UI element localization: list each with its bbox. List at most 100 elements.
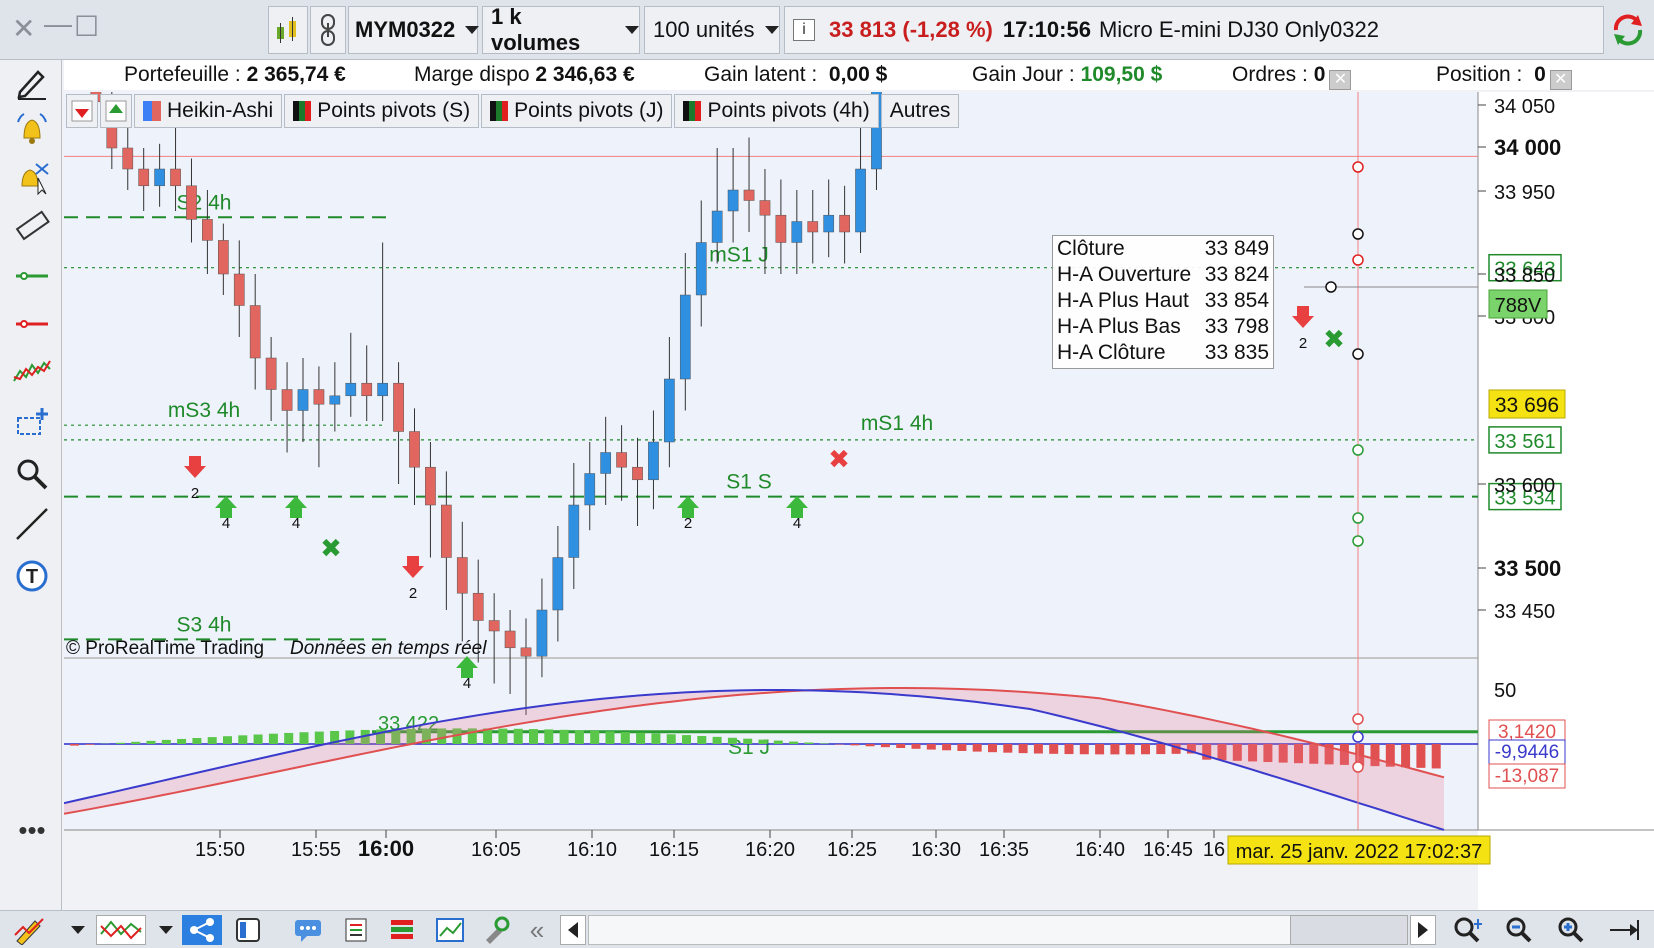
- tab-autres[interactable]: Autres: [880, 94, 960, 128]
- trendline-icon[interactable]: [10, 504, 54, 544]
- chevron-down-icon[interactable]: [156, 915, 176, 945]
- histogram-bar-up: [314, 731, 324, 744]
- price-chart[interactable]: R1 4h33 978mS1 4hPiv J33 898mR1 4h33 868…: [63, 0, 1654, 910]
- sort-up-icon[interactable]: [100, 94, 132, 128]
- histogram-bar-down: [1156, 744, 1166, 755]
- candle-body: [138, 168, 150, 187]
- histogram-bar-down: [972, 744, 982, 752]
- histogram-bar-down: [1018, 744, 1028, 754]
- zoom-fit-icon[interactable]: [1448, 915, 1488, 945]
- histogram-bar-down: [85, 744, 95, 745]
- orders-list-icon[interactable]: [338, 915, 374, 945]
- candle-body: [807, 221, 819, 233]
- scroll-right-button[interactable]: [1410, 915, 1436, 945]
- zoom-icon[interactable]: [10, 454, 54, 494]
- histogram-bar-down: [1064, 744, 1074, 755]
- indicator-add-icon[interactable]: [96, 915, 146, 945]
- marge-dispo: Marge dispo 2 346,63 €: [414, 63, 635, 87]
- scroll-to-end-icon[interactable]: [1604, 915, 1644, 945]
- chart-area[interactable]: R1 4h33 978mS1 4hPiv J33 898mR1 4h33 868…: [63, 0, 1654, 912]
- histogram-bar-down: [865, 744, 875, 747]
- refresh-icon[interactable]: [1610, 12, 1646, 48]
- sort-down-icon[interactable]: [66, 94, 98, 128]
- symbol-selector[interactable]: MYM0322: [348, 6, 480, 54]
- heikin-ashi-swatch: [143, 101, 161, 121]
- close-icon[interactable]: ✕: [12, 12, 35, 45]
- tab-pivots-j[interactable]: Points pivots (J): [481, 94, 673, 128]
- portefeuille-value: 2 365,74 €: [246, 63, 346, 86]
- watermark-text: © ProRealTime Trading: [66, 638, 264, 659]
- close-position-icon[interactable]: ✕: [1549, 70, 1572, 90]
- ruler-icon[interactable]: [10, 206, 54, 246]
- candle-body: [281, 389, 293, 411]
- histogram-bar-up: [773, 740, 783, 744]
- histogram-bar-down: [1431, 744, 1441, 769]
- histogram-bar-up: [743, 738, 753, 744]
- histogram-bar-down: [1079, 744, 1089, 755]
- candle-body: [536, 609, 548, 657]
- cursor-marker: [1352, 731, 1364, 743]
- chart-window-icon[interactable]: [432, 915, 468, 945]
- histogram-bar-up: [529, 729, 538, 744]
- account-bar: Portefeuille : 2 365,74 € Marge dispo 2 …: [64, 60, 1654, 90]
- text-tool-icon[interactable]: T: [10, 556, 54, 596]
- tab-heikin-ashi[interactable]: Heikin-Ashi: [134, 94, 283, 128]
- draw-style-icon[interactable]: [8, 915, 52, 945]
- horizontal-line-green-icon[interactable]: [10, 256, 54, 296]
- chevron-down-icon[interactable]: [68, 915, 88, 945]
- more-tools-icon[interactable]: •••: [10, 810, 54, 850]
- alert-cursor-icon[interactable]: [10, 158, 54, 198]
- gain-jour-value: 109,50 $: [1080, 63, 1163, 86]
- price-tick-label: 33 850: [1494, 265, 1555, 287]
- position: Position : 0 ✕: [1436, 63, 1572, 90]
- candle-body: [217, 240, 229, 275]
- scroll-left-button[interactable]: [560, 915, 586, 945]
- chevron-down-icon: [764, 26, 779, 34]
- horizontal-scrollbar-thumb[interactable]: [1290, 915, 1408, 945]
- collapse-left-icon[interactable]: «: [522, 915, 552, 945]
- histogram-bar-down: [1110, 744, 1120, 755]
- bar-type-selector[interactable]: 1 k volumes: [482, 4, 640, 55]
- chat-icon[interactable]: [290, 915, 326, 945]
- tab-pivots-4h[interactable]: Points pivots (4h): [674, 94, 879, 128]
- cursor-marker: [1325, 281, 1337, 293]
- positions-icon[interactable]: [384, 915, 420, 945]
- cross-signal-icon: ✖: [828, 444, 850, 474]
- cursor-date-text: mar. 25 janv. 2022 17:02:37: [1236, 841, 1482, 863]
- histogram-bar-up: [268, 733, 278, 744]
- histogram-bar-up: [253, 734, 263, 744]
- layout-icon[interactable]: [228, 915, 268, 945]
- tab-label: Heikin-Ashi: [167, 99, 274, 122]
- share-icon[interactable]: [182, 915, 222, 945]
- price-tick-label: 33 500: [1494, 556, 1561, 581]
- zoom-out-icon[interactable]: [1500, 915, 1540, 945]
- time-tick-label: 16:20: [745, 839, 795, 861]
- price-tick-label: 33 450: [1494, 601, 1555, 623]
- units-selector[interactable]: 100 unités: [644, 6, 780, 54]
- horizontal-scrollbar-track[interactable]: [588, 915, 1408, 945]
- ordres: Ordres : 0 ✕: [1232, 63, 1352, 90]
- candle-body: [648, 441, 659, 481]
- close-orders-icon[interactable]: ✕: [1329, 70, 1352, 90]
- candle-type-icon[interactable]: [268, 6, 308, 54]
- histogram-bar-up: [712, 736, 722, 744]
- indicator-icon[interactable]: [10, 352, 54, 392]
- histogram-bar-up: [238, 735, 248, 744]
- tooltip-value: 33 798: [1204, 315, 1269, 338]
- pencil-icon[interactable]: [10, 62, 54, 102]
- alert-bell-icon[interactable]: [10, 110, 54, 150]
- add-drawing-icon[interactable]: [10, 404, 54, 444]
- link-icon[interactable]: [310, 6, 346, 54]
- histogram-bar-down: [926, 744, 936, 750]
- horizontal-line-red-icon[interactable]: [10, 304, 54, 344]
- tooltip-label: H-A Plus Haut: [1057, 289, 1189, 312]
- tab-pivots-s[interactable]: Points pivots (S): [284, 94, 480, 128]
- minimize-icon[interactable]: —: [44, 8, 72, 40]
- time-tick-label: 15:50: [195, 839, 245, 861]
- cursor-marker: [1352, 254, 1364, 266]
- tooltip-row: H-A Plus Haut 33 854: [1053, 288, 1273, 314]
- tools-icon[interactable]: [478, 915, 514, 945]
- maximize-icon[interactable]: ☐: [74, 10, 99, 43]
- zoom-in-icon[interactable]: [1552, 915, 1592, 945]
- info-icon[interactable]: i: [793, 19, 815, 41]
